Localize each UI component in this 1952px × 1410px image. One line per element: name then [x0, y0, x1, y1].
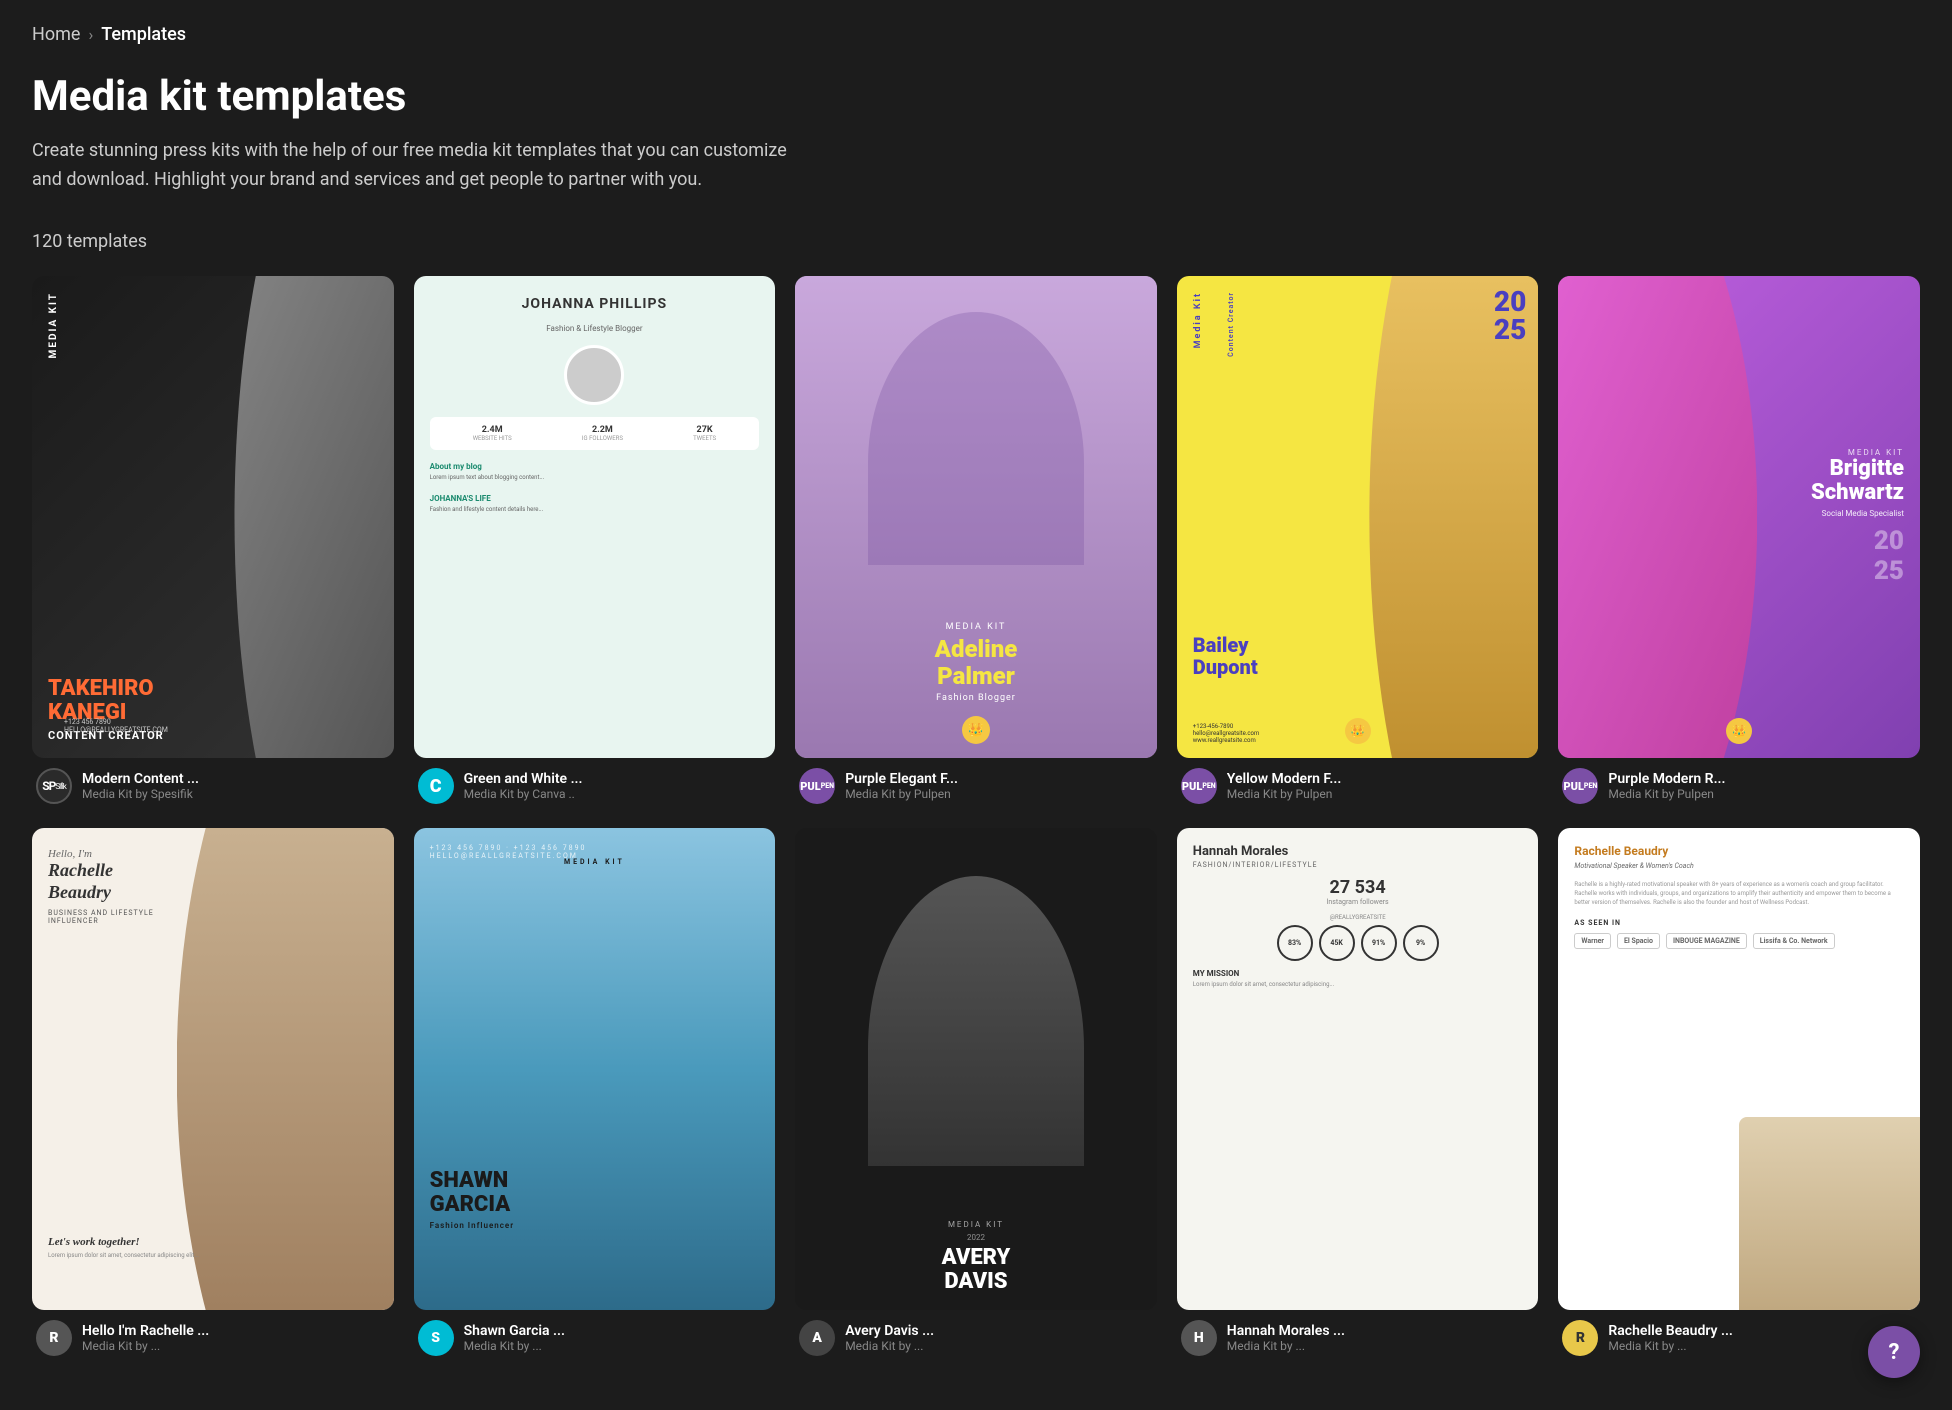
template-info: PULPEN Yellow Modern F... Media Kit by P… — [1177, 758, 1539, 808]
template-count: 120 templates — [32, 231, 1920, 252]
template-info: S Shawn Garcia ... Media Kit by ... — [414, 1310, 776, 1360]
help-button[interactable]: ? — [1868, 1326, 1920, 1378]
template-avatar: R — [36, 1320, 72, 1356]
template-source: Media Kit by ... — [82, 1339, 209, 1353]
template-name: Avery Davis ... — [845, 1323, 934, 1339]
template-name: Modern Content ... — [82, 771, 199, 787]
template-info: PULPEN Purple Modern R... Media Kit by P… — [1558, 758, 1920, 808]
template-thumbnail: Rachelle Beaudry Motivational Speaker & … — [1558, 828, 1920, 1310]
template-card[interactable]: Hannah Morales FASHION/INTERIOR/LIFESTYL… — [1177, 828, 1539, 1360]
template-grid: MEDIA KIT TAKEHIROKANEGI CONTENT CREATOR… — [32, 276, 1920, 1360]
template-info: R Rachelle Beaudry ... Media Kit by ... — [1558, 1310, 1920, 1360]
template-card[interactable]: Media Kit 2022 AVERYDAVIS A Avery Davis … — [795, 828, 1157, 1360]
template-name: Purple Elegant F... — [845, 771, 958, 787]
template-avatar: PULPEN — [1181, 768, 1217, 804]
template-source: Media Kit by Pulpen — [1608, 787, 1725, 801]
template-source: Media Kit by Pulpen — [1227, 787, 1342, 801]
page-title: Media kit templates — [32, 73, 1920, 121]
template-source: Media Kit by Spesifik — [82, 787, 199, 801]
template-avatar: R — [1562, 1320, 1598, 1356]
template-source: Media Kit by ... — [1608, 1339, 1733, 1353]
template-source: Media Kit by ... — [1227, 1339, 1345, 1353]
template-avatar: C — [418, 768, 454, 804]
template-info: A Avery Davis ... Media Kit by ... — [795, 1310, 1157, 1360]
template-card[interactable]: Media Kit BrigitteSchwartz Social Media … — [1558, 276, 1920, 808]
template-thumbnail: +123 456 7890 · +123 456 7890HELLO@REALL… — [414, 828, 776, 1310]
template-card[interactable]: Rachelle Beaudry Motivational Speaker & … — [1558, 828, 1920, 1360]
template-card[interactable]: Hello, I'm RachelleBeaudry BUSINESS AND … — [32, 828, 394, 1360]
template-info: C Green and White ... Media Kit by Canva… — [414, 758, 776, 808]
template-thumbnail: Hello, I'm RachelleBeaudry BUSINESS AND … — [32, 828, 394, 1310]
breadcrumb: Home › Templates — [32, 24, 1920, 45]
page-description: Create stunning press kits with the help… — [32, 137, 812, 195]
template-avatar: SPSifik — [36, 768, 72, 804]
template-avatar: PULPEN — [799, 768, 835, 804]
template-card[interactable]: MEDIA KIT TAKEHIROKANEGI CONTENT CREATOR… — [32, 276, 394, 808]
template-card[interactable]: Media Kit Content Creator 2025 BaileyDup… — [1177, 276, 1539, 808]
template-info: H Hannah Morales ... Media Kit by ... — [1177, 1310, 1539, 1360]
template-avatar: A — [799, 1320, 835, 1356]
template-name: Purple Modern R... — [1608, 771, 1725, 787]
template-name: Yellow Modern F... — [1227, 771, 1342, 787]
template-thumbnail: Media Kit 2022 AVERYDAVIS — [795, 828, 1157, 1310]
template-source: Media Kit by Canva .. — [464, 787, 583, 801]
template-thumbnail: MEDIA KIT TAKEHIROKANEGI CONTENT CREATOR… — [32, 276, 394, 758]
breadcrumb-separator: › — [88, 25, 93, 44]
template-thumbnail: Media Kit BrigitteSchwartz Social Media … — [1558, 276, 1920, 758]
template-name: Green and White ... — [464, 771, 583, 787]
template-source: Media Kit by ... — [845, 1339, 934, 1353]
template-name: Rachelle Beaudry ... — [1608, 1323, 1733, 1339]
template-thumbnail: Media Kit AdelinePalmer Fashion Blogger … — [795, 276, 1157, 758]
template-card[interactable]: Media Kit AdelinePalmer Fashion Blogger … — [795, 276, 1157, 808]
template-name: Shawn Garcia ... — [464, 1323, 565, 1339]
template-avatar: S — [418, 1320, 454, 1356]
template-thumbnail: JOHANNA PHILLIPS Fashion & Lifestyle Blo… — [414, 276, 776, 758]
template-name: Hannah Morales ... — [1227, 1323, 1345, 1339]
template-card[interactable]: JOHANNA PHILLIPS Fashion & Lifestyle Blo… — [414, 276, 776, 808]
template-info: SPSifik Modern Content ... Media Kit by … — [32, 758, 394, 808]
template-source: Media Kit by ... — [464, 1339, 565, 1353]
template-avatar: PULPEN — [1562, 768, 1598, 804]
template-card[interactable]: +123 456 7890 · +123 456 7890HELLO@REALL… — [414, 828, 776, 1360]
template-info: PULPEN Purple Elegant F... Media Kit by … — [795, 758, 1157, 808]
template-thumbnail: Hannah Morales FASHION/INTERIOR/LIFESTYL… — [1177, 828, 1539, 1310]
template-name: Hello I'm Rachelle ... — [82, 1323, 209, 1339]
template-thumbnail: Media Kit Content Creator 2025 BaileyDup… — [1177, 276, 1539, 758]
breadcrumb-home[interactable]: Home — [32, 24, 80, 45]
breadcrumb-current: Templates — [101, 24, 186, 45]
template-info: R Hello I'm Rachelle ... Media Kit by ..… — [32, 1310, 394, 1360]
template-avatar: H — [1181, 1320, 1217, 1356]
template-source: Media Kit by Pulpen — [845, 787, 958, 801]
